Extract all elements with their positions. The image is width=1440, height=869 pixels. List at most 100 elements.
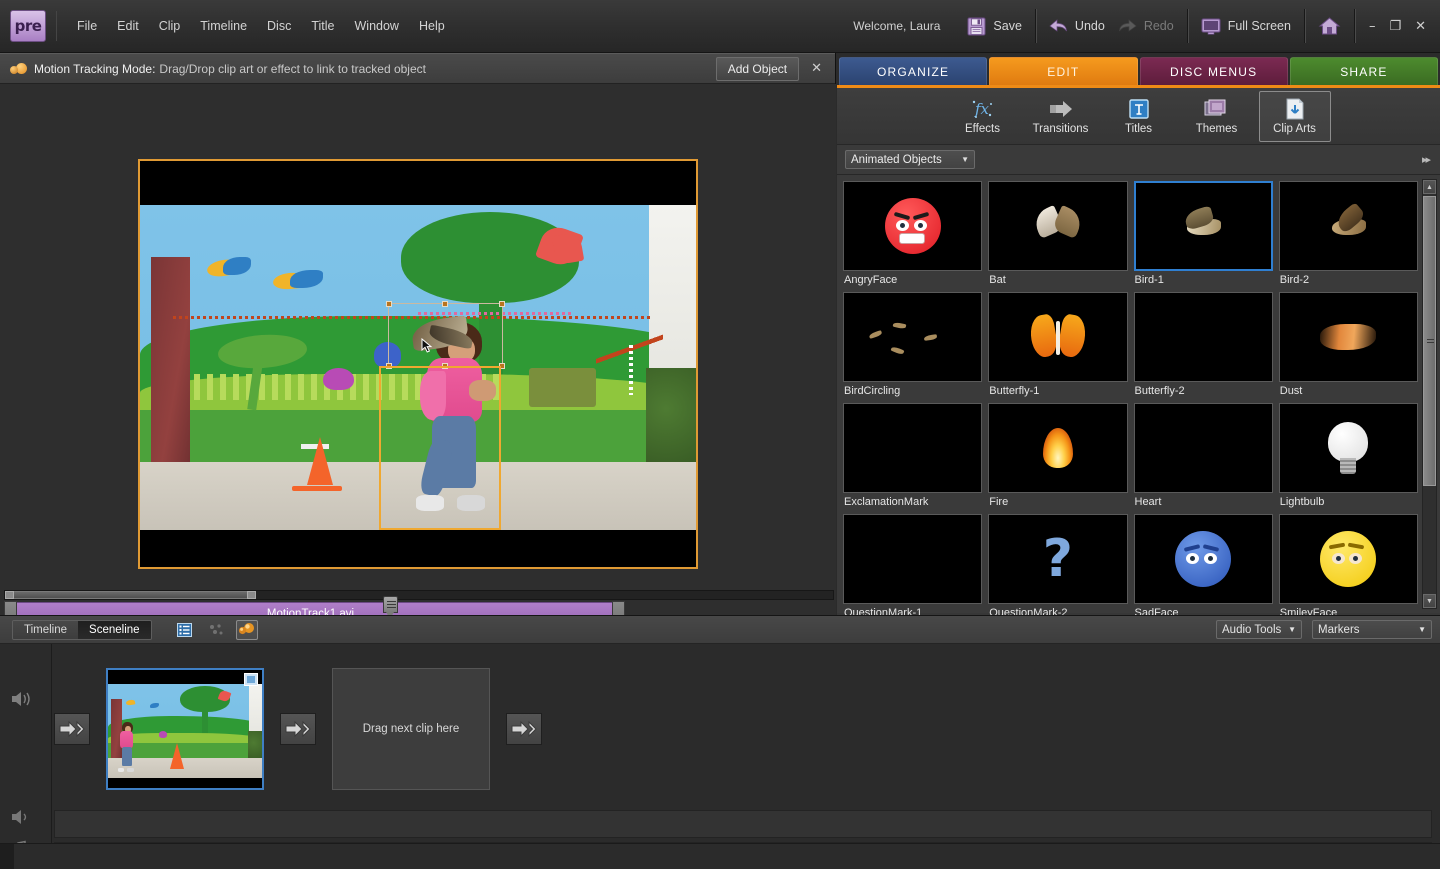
subtab-clip-arts[interactable]: Clip Arts [1259, 91, 1331, 142]
clip-art-item-exclamationmark[interactable]: ExclamationMark [843, 403, 982, 510]
view-mode-timeline[interactable]: Timeline [13, 621, 78, 639]
transition-arrow-icon [1047, 97, 1075, 121]
clip-art-item-birdcircling[interactable]: BirdCircling [843, 292, 982, 399]
bird-2-icon [1322, 209, 1374, 243]
home-button[interactable] [1304, 9, 1354, 43]
menu-help[interactable]: Help [409, 14, 455, 38]
subtab-transitions[interactable]: Transitions [1025, 91, 1097, 142]
bat-icon [1035, 209, 1081, 243]
save-button[interactable]: Save [954, 9, 1035, 43]
sceneline-clip-1[interactable] [106, 668, 264, 790]
view-mode-sceneline[interactable]: Sceneline [78, 621, 151, 639]
add-media-after-button[interactable] [506, 713, 542, 745]
clip-art-thumbnail: ? [988, 514, 1127, 604]
clip-art-item-lightbulb[interactable]: Lightbulb [1279, 403, 1418, 510]
clip-art-item-smileyface[interactable]: SmileyFace [1279, 514, 1418, 621]
chevron-down-icon: ▼ [1418, 625, 1426, 634]
soundtrack-track[interactable] [54, 810, 1432, 838]
monitor-timeline-scroll-thumb[interactable] [5, 591, 255, 599]
clip-art-item-bird-2[interactable]: Bird-2 [1279, 181, 1418, 288]
themes-icon [1203, 97, 1231, 121]
sceneline-toolbar: Timeline Sceneline [0, 616, 1440, 644]
audio-tools-dropdown[interactable]: Audio Tools ▼ [1216, 620, 1302, 639]
clip-properties-badge[interactable] [244, 673, 258, 686]
tab-edit[interactable]: EDIT [989, 57, 1137, 85]
tab-organize[interactable]: ORGANIZE [839, 57, 987, 85]
smart-mix-icon[interactable] [205, 620, 227, 640]
list-view-icon[interactable] [174, 620, 196, 640]
add-media-between-button[interactable] [280, 713, 316, 745]
clip-art-filter-bar: Animated Objects ▼ ▸▸ [837, 145, 1440, 175]
minimize-button[interactable]: – [1369, 20, 1376, 33]
clip-art-item-heart[interactable]: Heart [1134, 403, 1273, 510]
clip-art-thumbnail [1279, 403, 1418, 493]
title-bar-tools: Welcome, Laura Save [839, 0, 1440, 53]
mural-house [529, 368, 596, 407]
scroll-up-button[interactable]: ▲ [1423, 180, 1436, 194]
clip-art-item-butterfly-1[interactable]: Butterfly-1 [988, 292, 1127, 399]
subtab-themes[interactable]: Themes [1181, 91, 1253, 142]
menu-clip[interactable]: Clip [149, 14, 191, 38]
mural-butterfly-2 [323, 368, 354, 391]
narration-icon[interactable] [10, 690, 34, 713]
video-preview[interactable] [138, 159, 698, 569]
drop-next-clip-zone[interactable]: Drag next clip here [332, 668, 490, 790]
save-icon [967, 17, 986, 36]
motion-tracking-icon[interactable] [236, 620, 258, 640]
soundtrack-icon[interactable] [10, 808, 34, 831]
application-menu-bar: pre File Edit Clip Timeline Disc Title W… [0, 0, 1440, 53]
clip-art-label: AngryFace [843, 271, 982, 288]
clip-art-item-sadface[interactable]: SadFace [1134, 514, 1273, 621]
close-button[interactable]: ✕ [1415, 20, 1426, 33]
girl-tracking-box[interactable] [379, 366, 501, 530]
add-object-button[interactable]: Add Object [716, 57, 799, 81]
fire-icon [1043, 428, 1073, 468]
panel-expand-icon[interactable]: ▸▸ [1422, 153, 1432, 166]
clip-art-item-angryface[interactable]: AngryFace [843, 181, 982, 288]
close-icon[interactable]: ✕ [808, 61, 825, 76]
cti-head[interactable] [383, 596, 398, 613]
sceneline-mode-icons [174, 620, 258, 640]
clip-art-thumbnail [843, 403, 982, 493]
menu-disc[interactable]: Disc [257, 14, 301, 38]
undo-icon[interactable] [1049, 18, 1068, 34]
clip-art-item-questionmark-2[interactable]: ? QuestionMark-2 [988, 514, 1127, 621]
tab-disc-menus[interactable]: DISC MENUS [1140, 57, 1288, 85]
clip-art-item-dust[interactable]: Dust [1279, 292, 1418, 399]
add-media-before-button[interactable] [54, 713, 90, 745]
chevron-down-icon: ▼ [961, 155, 969, 164]
subtab-titles[interactable]: Titles [1103, 91, 1175, 142]
full-screen-icon [1201, 18, 1221, 35]
markers-dropdown[interactable]: Markers ▼ [1312, 620, 1432, 639]
motion-tracking-separator: : [152, 62, 155, 76]
clip-art-item-fire[interactable]: Fire [988, 403, 1127, 510]
bird-selection-box[interactable] [388, 303, 503, 367]
menu-title[interactable]: Title [301, 14, 344, 38]
menu-window[interactable]: Window [345, 14, 409, 38]
clip-art-thumbnail [988, 292, 1127, 382]
menu-edit[interactable]: Edit [107, 14, 149, 38]
scroll-thumb[interactable] [1423, 196, 1436, 486]
clip-art-item-questionmark-1[interactable]: QuestionMark-1 [843, 514, 982, 621]
handle-top-center[interactable] [442, 301, 448, 307]
clip-art-thumbnail [1134, 403, 1273, 493]
handle-top-left[interactable] [386, 301, 392, 307]
menu-file[interactable]: File [67, 14, 107, 38]
restore-button[interactable]: ❐ [1389, 20, 1401, 33]
clip-art-item-bird-1[interactable]: Bird-1 [1134, 181, 1273, 288]
subtab-effects[interactable]: fx Effects [947, 91, 1019, 142]
clip-art-scrollbar[interactable]: ▲ ▼ [1422, 179, 1437, 609]
clip-art-item-butterfly-2[interactable]: Butterfly-2 [1134, 292, 1273, 399]
svg-text:fx: fx [974, 100, 990, 118]
animated-objects-dropdown[interactable]: Animated Objects ▼ [845, 150, 975, 169]
tab-share[interactable]: SHARE [1290, 57, 1438, 85]
clip-art-item-bat[interactable]: Bat [988, 181, 1127, 288]
clip-art-thumbnail [1279, 292, 1418, 382]
menu-timeline[interactable]: Timeline [190, 14, 257, 38]
full-screen-button[interactable]: Full Screen [1187, 9, 1304, 43]
scroll-down-button[interactable]: ▼ [1423, 594, 1436, 608]
handle-top-right[interactable] [499, 301, 505, 307]
butterfly-1-icon [1031, 315, 1085, 359]
scroll-handle-left[interactable] [5, 591, 14, 599]
scroll-handle-right[interactable] [247, 591, 256, 599]
